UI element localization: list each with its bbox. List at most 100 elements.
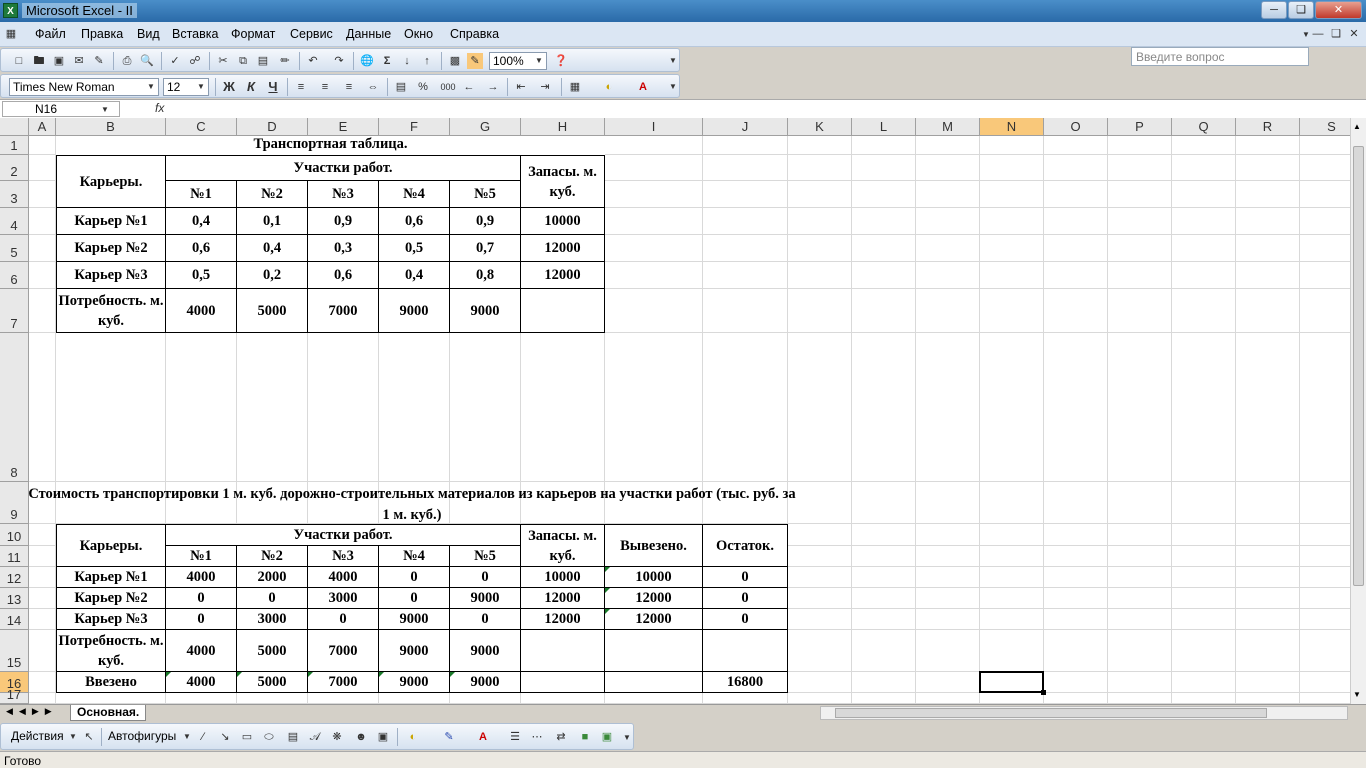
t1-value-cell[interactable]: 0,6 (166, 235, 237, 262)
column-header-r[interactable]: R (1236, 118, 1300, 136)
column-header-b[interactable]: B (56, 118, 166, 136)
t2-value-cell[interactable]: 9000 (450, 588, 521, 609)
autosum-icon[interactable]: Σ (379, 53, 395, 69)
t2-empty-cell[interactable] (605, 630, 703, 672)
t2-site-header[interactable]: №1 (166, 546, 237, 567)
doc-minimize-icon[interactable]: — (1310, 26, 1326, 42)
column-header-g[interactable]: G (450, 118, 521, 136)
t1-value-cell[interactable]: 0,2 (237, 262, 308, 289)
textbox-icon[interactable]: ▤ (285, 729, 301, 745)
font-select[interactable]: Times New Roman ▼ (9, 78, 159, 96)
bold-button[interactable]: Ж (221, 79, 237, 95)
t2-site-header[interactable]: №4 (379, 546, 450, 567)
column-header-a[interactable]: A (29, 118, 56, 136)
row-header-1[interactable]: 1 (0, 136, 29, 155)
email-icon[interactable]: ✎ (91, 53, 107, 69)
t2-need-cell[interactable]: 9000 (450, 630, 521, 672)
rectangle-icon[interactable]: ▭ (239, 729, 255, 745)
t2-need-label[interactable]: Потребность. м. куб. (56, 630, 166, 672)
t1-sites-header[interactable]: Участки работ. (166, 155, 521, 181)
row-header-10[interactable]: 10 (0, 524, 29, 546)
t2-imported-label[interactable]: Ввезено (56, 672, 166, 693)
line-style-icon[interactable]: ☰ (507, 729, 523, 745)
t1-row-label[interactable]: Карьер №3 (56, 262, 166, 289)
actions-menu[interactable]: Действия (11, 729, 64, 743)
t1-site-header[interactable]: №2 (237, 181, 308, 208)
column-header-c[interactable]: C (166, 118, 237, 136)
t1-value-cell[interactable]: 0,1 (237, 208, 308, 235)
row-header-8[interactable]: 8 (0, 333, 29, 482)
insert-function-icon[interactable]: fx (155, 101, 164, 115)
t2-rest-header[interactable]: Остаток. (703, 524, 788, 567)
t2-empty-cell[interactable] (703, 630, 788, 672)
t2-exported-cell[interactable]: 12000 (605, 609, 703, 630)
sort-ascending-icon[interactable]: ↓ (399, 53, 415, 69)
spelling-icon[interactable]: ✓ (167, 53, 183, 69)
doc-close-icon[interactable]: ✕ (1346, 26, 1362, 42)
column-header-o[interactable]: O (1044, 118, 1108, 136)
minimize-button[interactable]: ─ (1261, 1, 1287, 19)
t1-value-cell[interactable]: 0,3 (308, 235, 379, 262)
column-header-q[interactable]: Q (1172, 118, 1236, 136)
h-scroll-thumb[interactable] (835, 708, 1267, 718)
t2-value-cell[interactable]: 0 (308, 609, 379, 630)
t2-empty-cell[interactable] (605, 672, 703, 693)
toolbar-options-icon[interactable]: ▼ (665, 79, 681, 95)
scroll-thumb[interactable] (1353, 146, 1364, 586)
help-icon[interactable]: ❓ (553, 53, 569, 69)
menu-tools[interactable]: Сервис (290, 27, 333, 41)
t1-site-header[interactable]: №1 (166, 181, 237, 208)
arrow-style-icon[interactable]: ⇄ (553, 729, 569, 745)
picture-icon[interactable]: ▣ (375, 729, 391, 745)
column-header-h[interactable]: H (521, 118, 605, 136)
t2-stock-cell[interactable]: 12000 (521, 609, 605, 630)
3d-icon[interactable]: ▣ (599, 729, 615, 745)
t1-value-cell[interactable]: 0,5 (166, 262, 237, 289)
select-all-corner[interactable] (0, 118, 29, 136)
t2-total-cell[interactable]: 16800 (703, 672, 788, 693)
row-header-5[interactable]: 5 (0, 235, 29, 262)
t2-empty-cell[interactable] (521, 630, 605, 672)
drawing-icon[interactable]: ✎ (467, 53, 483, 69)
column-header-n[interactable]: N (980, 118, 1044, 136)
t2-value-cell[interactable]: 0 (166, 588, 237, 609)
t1-stock-cell[interactable]: 12000 (521, 262, 605, 289)
t1-stock-cell[interactable]: 12000 (521, 235, 605, 262)
t2-quarries-header[interactable]: Карьеры. (56, 524, 166, 567)
t2-exported-cell[interactable]: 12000 (605, 588, 703, 609)
shadow-icon[interactable]: ■ (577, 729, 593, 745)
t1-value-cell[interactable]: 0,9 (450, 208, 521, 235)
t1-quarries-header[interactable]: Карьеры. (56, 155, 166, 208)
row-header-2[interactable]: 2 (0, 155, 29, 181)
font-color-icon[interactable]: A (475, 729, 491, 745)
underline-button[interactable]: Ч (265, 79, 281, 95)
row-header-13[interactable]: 13 (0, 588, 29, 609)
column-header-j[interactable]: J (703, 118, 788, 136)
menu-insert[interactable]: Вставка (172, 27, 218, 41)
thousands-button[interactable]: 000 (437, 79, 459, 95)
t2-value-cell[interactable]: 9000 (379, 609, 450, 630)
column-header-i[interactable]: I (605, 118, 703, 136)
t2-value-cell[interactable]: 3000 (237, 609, 308, 630)
help-search-input[interactable]: Введите вопрос (1131, 47, 1309, 66)
autoshapes-menu[interactable]: Автофигуры (108, 729, 176, 743)
t2-sites-header[interactable]: Участки работ. (166, 524, 521, 546)
t2-value-cell[interactable]: 0 (166, 609, 237, 630)
t2-imported-cell[interactable]: 7000 (308, 672, 379, 693)
toolbar-options-icon[interactable]: ▼ (665, 53, 681, 69)
font-size-select[interactable]: 12 ▼ (163, 78, 209, 96)
t2-value-cell[interactable]: 0 (450, 567, 521, 588)
line-color-icon[interactable]: ✎ (441, 729, 457, 745)
row-header-15[interactable]: 15 (0, 630, 29, 672)
dash-style-icon[interactable]: ⋯ (529, 729, 545, 745)
zoom-select[interactable]: 100% ▼ (489, 52, 547, 70)
column-header-l[interactable]: L (852, 118, 916, 136)
active-cell[interactable] (979, 671, 1044, 693)
worksheet-grid[interactable]: A B C D E F G H I J K L M N O P Q R S 1 2 3 4 5 6 7 8 9 10 11 12 13 14 15… (0, 118, 1350, 704)
align-left-icon[interactable]: ≡ (293, 79, 309, 95)
menu-window[interactable]: Окно (404, 27, 433, 41)
menu-file[interactable]: Файл (35, 27, 66, 41)
increase-decimal-icon[interactable]: ← (461, 79, 477, 95)
t1-need-cell[interactable]: 9000 (379, 289, 450, 333)
t1-need-label[interactable]: Потребность. м. куб. (56, 289, 166, 333)
